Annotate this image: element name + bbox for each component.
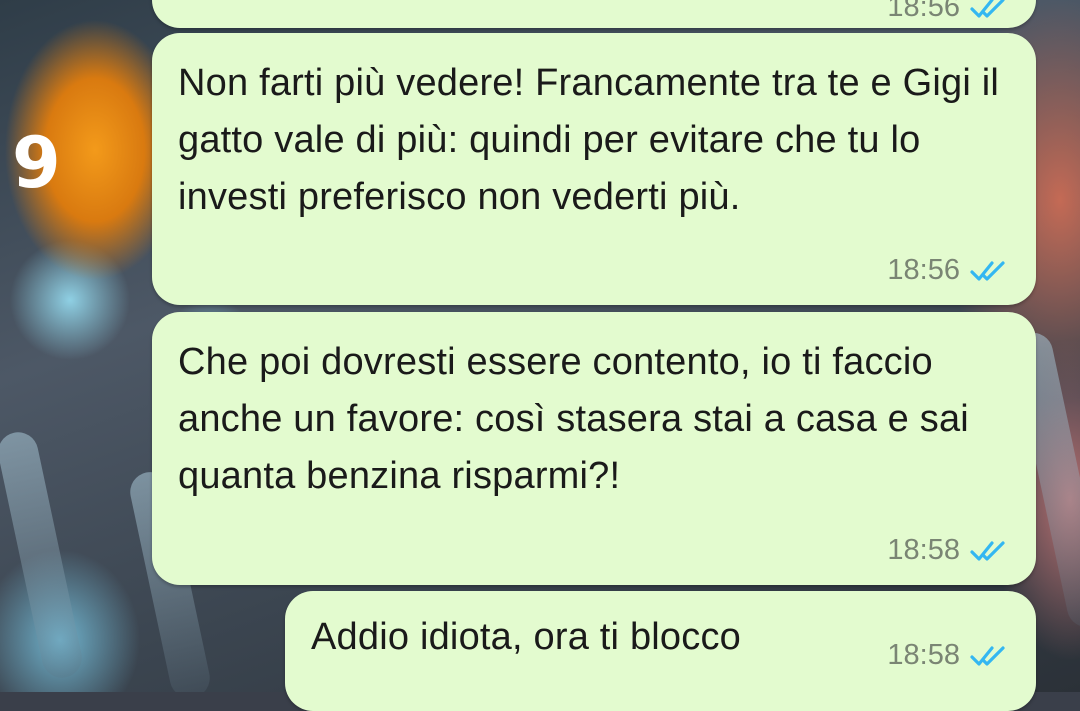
message-time: 18:56 [887,254,960,286]
message-bubble[interactable]: Non farti più vedere! Francamente tra te… [152,33,1036,305]
double-check-icon [970,540,1005,561]
message-meta: 18:56 [887,254,1012,287]
message-time: 18:58 [887,534,960,566]
message-meta: 18:56 [887,0,1012,24]
side-number-label: 9 [12,122,61,204]
message-time: 18:58 [887,639,960,671]
double-check-icon [970,645,1005,666]
message-bubble[interactable]: Che poi dovresti essere contento, io ti … [152,312,1036,585]
double-check-icon [970,260,1005,281]
wallpaper-streak [0,428,86,682]
message-meta: 18:58 [887,534,1012,567]
message-text: Non farti più vedere! Francamente tra te… [178,62,1000,218]
message-meta: 18:58 [887,639,1012,672]
message-text: Che poi dovresti essere contento, io ti … [178,341,969,497]
message-time: 18:56 [887,0,960,23]
message-bubble[interactable]: 18:56 [152,0,1036,28]
message-bubble[interactable]: Addio idiota, ora ti blocco 18:58 [285,591,1036,711]
message-text: Addio idiota, ora ti blocco [311,616,741,658]
double-check-icon [970,0,1005,18]
